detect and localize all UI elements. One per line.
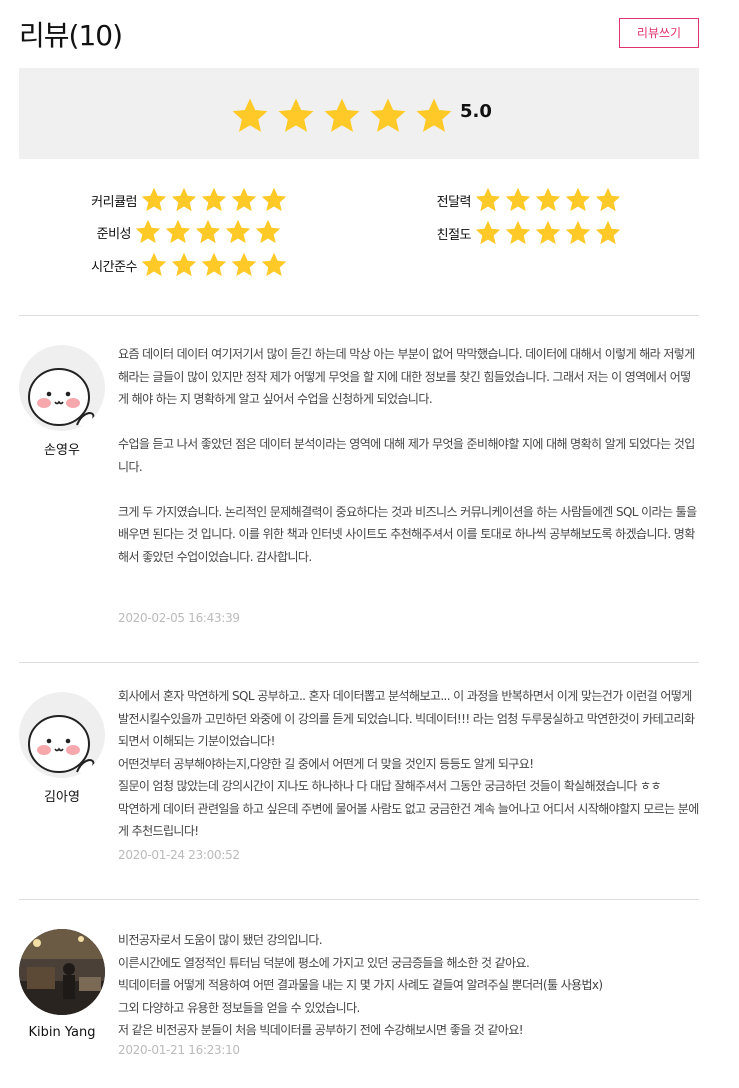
star-icon [595,187,621,212]
summary-score: 5.0 [460,101,492,122]
star-icon [135,219,161,244]
criterion-label: 시간준수 [91,259,137,275]
star-icon [370,98,406,132]
avatar [19,692,105,778]
star-icon [141,187,167,212]
divider [19,315,699,316]
star-icon [171,187,197,212]
photo-avatar-icon [19,929,105,1015]
star-icon [261,252,287,277]
review-date: 2020-01-24 23:00:52 [118,848,240,862]
star-icon [231,187,257,212]
criterion-delivery: 전달력 [353,186,623,214]
star-icon [505,187,531,212]
divider [19,899,699,900]
criterion-label: 친절도 [436,227,472,243]
criterion-preparation: 준비성 [13,218,283,246]
criterion-stars [473,219,623,247]
star-icon [475,220,501,245]
review-date: 2020-02-05 16:43:39 [118,611,240,625]
review-text: 회사에서 혼자 막연하게 SQL 공부하고.. 혼자 데이터뽑고 분석해보고..… [118,689,699,838]
criterion-label: 커리큘럼 [91,194,137,210]
star-icon [201,187,227,212]
rating-summary: 5.0 [19,68,699,159]
avatar [19,345,105,431]
review-text: 요즘 데이터 데이터 여기저기서 많이 듣긴 하는데 막상 아는 부분이 없어 … [118,347,697,564]
star-icon [261,187,287,212]
star-icon [565,187,591,212]
reviewer-name: Kibin Yang [28,1025,96,1040]
criterion-label: 준비성 [96,226,132,242]
cartoon-face-icon [28,715,95,775]
avatar [19,929,105,1015]
review-item: 손영우 요즘 데이터 데이터 여기저기서 많이 듣긴 하는데 막상 아는 부분이… [19,335,699,645]
star-icon [505,220,531,245]
star-icon [165,219,191,244]
star-icon [595,220,621,245]
review-item: Kibin Yang 비전공자로서 도움이 많이 됐던 강의입니다. 이른시간에… [19,919,699,1079]
page-title: 리뷰(10) [19,19,123,52]
star-icon [535,220,561,245]
criteria-ratings: 커리큘럼 준비성 시간준수 전달력 친절도 [19,178,699,278]
criterion-stars [139,186,289,214]
review-item: 김아영 회사에서 혼자 막연하게 SQL 공부하고.. 혼자 데이터뽑고 분석해… [19,682,699,882]
criterion-stars [473,186,623,214]
reviewer-name: 손영우 [44,443,80,458]
star-icon [475,187,501,212]
criterion-punctuality: 시간준수 [19,251,289,279]
reviewer-name: 김아영 [44,790,80,805]
write-review-button[interactable]: 리뷰쓰기 [619,18,699,48]
star-icon [201,252,227,277]
star-icon [324,98,360,132]
summary-stars [228,96,456,136]
star-icon [255,219,281,244]
review-text: 비전공자로서 도움이 많이 됐던 강의입니다. 이른시간에도 열정적인 튜터님 … [118,933,603,1037]
star-icon [225,219,251,244]
star-icon [278,98,314,132]
criterion-label: 전달력 [436,194,472,210]
criterion-curriculum: 커리큘럼 [19,186,289,214]
star-icon [535,187,561,212]
criterion-stars [133,218,283,246]
star-icon [141,252,167,277]
criterion-stars [139,251,289,279]
divider [19,662,699,663]
criterion-kindness: 친절도 [353,219,623,247]
star-icon [195,219,221,244]
cartoon-face-icon [28,368,95,428]
star-icon [565,220,591,245]
star-icon [232,98,268,132]
star-icon [231,252,257,277]
star-icon [171,252,197,277]
review-date: 2020-01-21 16:23:10 [118,1043,240,1057]
reviews-header: 리뷰(10) 리뷰쓰기 [19,18,699,58]
star-icon [416,98,452,132]
